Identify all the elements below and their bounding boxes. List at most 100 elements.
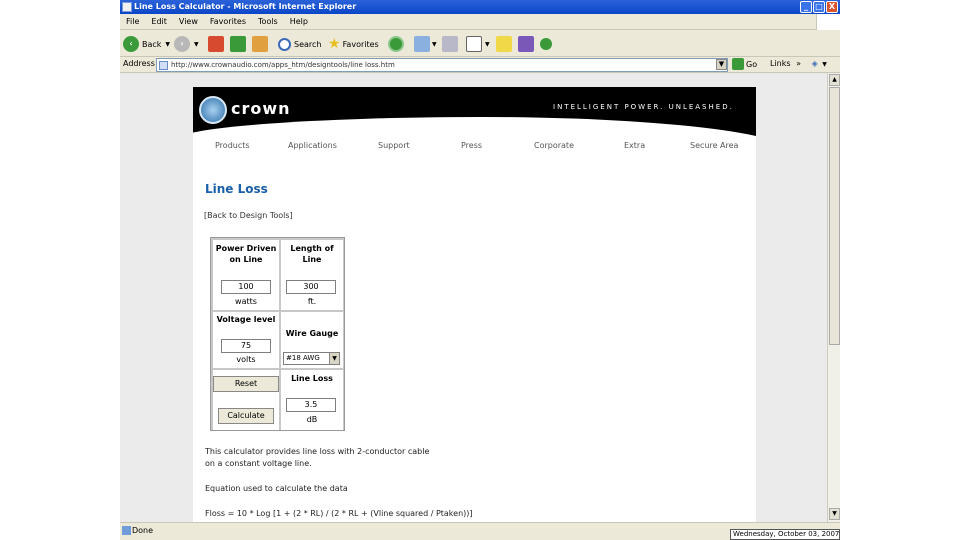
search-label: Search [294, 39, 322, 49]
menu-view[interactable]: View [179, 14, 198, 30]
nav-extra[interactable]: Extra [624, 141, 645, 150]
menu-file[interactable]: File [126, 14, 139, 30]
nav-press[interactable]: Press [461, 141, 482, 150]
length-cell: Length of Line 300 ft. [281, 240, 343, 310]
close-button[interactable]: X [826, 1, 838, 13]
research-icon [518, 36, 534, 52]
chevron-right-icon: » [796, 59, 802, 68]
go-arrow-icon [732, 58, 744, 70]
word-icon [466, 36, 482, 52]
address-bar: Address http://www.crownaudio.com/apps_h… [120, 57, 840, 73]
description-line-1: This calculator provides line loss with … [205, 447, 430, 456]
wire-gauge-select[interactable]: #18 AWG ▼ [283, 352, 340, 365]
address-input[interactable]: http://www.crownaudio.com/apps_htm/desig… [156, 58, 728, 72]
nav-support[interactable]: Support [378, 141, 410, 150]
menu-edit[interactable]: Edit [151, 14, 167, 30]
back-button[interactable]: ‹ Back ▼ [123, 35, 170, 53]
window-controls: _ □ X [800, 1, 838, 13]
date-tooltip: Wednesday, October 03, 2007 [730, 529, 840, 540]
home-icon [252, 36, 268, 52]
back-label: Back [142, 39, 162, 49]
snagit-icon[interactable]: ◈ [812, 59, 818, 68]
power-label-2: on Line [229, 255, 263, 264]
forward-button[interactable]: › ▼ [174, 35, 199, 53]
page-title: Line Loss [205, 182, 268, 196]
search-icon [278, 37, 291, 51]
reset-button[interactable]: Reset [213, 376, 279, 392]
scroll-up-icon[interactable]: ▲ [829, 74, 840, 86]
crown-site: crown INTELLIGENT POWER. UNLEASHED. Prod… [193, 87, 756, 522]
length-unit: ft. [307, 297, 317, 306]
favorites-button[interactable]: ★ Favorites [328, 35, 379, 53]
loss-label: Line Loss [291, 374, 333, 383]
scroll-thumb[interactable] [829, 87, 840, 345]
menu-tools[interactable]: Tools [258, 14, 278, 30]
stop-icon [208, 36, 224, 52]
forward-arrow-icon: › [174, 36, 190, 52]
power-cell: Power Driven on Line 100 watts [213, 240, 279, 310]
nav-corporate[interactable]: Corporate [534, 141, 574, 150]
nav-applications[interactable]: Applications [288, 141, 337, 150]
home-button[interactable] [252, 35, 268, 53]
minimize-button[interactable]: _ [800, 1, 812, 13]
history-button[interactable] [388, 35, 404, 53]
gauge-label: Wire Gauge [285, 329, 339, 338]
mail-button[interactable]: ▼ [414, 35, 437, 53]
menu-favorites[interactable]: Favorites [210, 14, 246, 30]
calculate-button[interactable]: Calculate [218, 408, 274, 424]
loss-cell: Line Loss 3.5 dB [281, 370, 343, 430]
address-label: Address [123, 59, 155, 68]
go-button[interactable]: Go [732, 58, 757, 70]
messenger-button[interactable] [540, 35, 552, 53]
description-line-2: on a constant voltage line. [205, 459, 312, 468]
discuss-button[interactable] [496, 35, 512, 53]
loss-unit: dB [306, 415, 318, 424]
equation-text: Floss = 10 * Log [1 + (2 * RL) / (2 * RL… [205, 509, 473, 518]
refresh-icon [230, 36, 246, 52]
nav-secure-area[interactable]: Secure Area [690, 141, 738, 150]
back-to-design-tools-link[interactable]: [Back to Design Tools] [204, 211, 293, 220]
length-input[interactable]: 300 [286, 280, 336, 294]
power-unit: watts [235, 297, 257, 306]
refresh-button[interactable] [230, 35, 246, 53]
wire-gauge-value: #18 AWG [286, 354, 320, 362]
note-icon [496, 36, 512, 52]
research-button[interactable] [518, 35, 534, 53]
power-input[interactable]: 100 [221, 280, 271, 294]
mail-icon [414, 36, 430, 52]
back-arrow-icon: ‹ [123, 36, 139, 52]
length-label-2: Line [302, 255, 322, 264]
nav-products[interactable]: Products [215, 141, 250, 150]
status-text: Done [132, 526, 154, 535]
maximize-button[interactable]: □ [813, 1, 825, 13]
edit-button[interactable]: ▼ [466, 35, 490, 53]
vertical-scrollbar[interactable]: ▲ ▼ [827, 73, 840, 522]
calculator-table: Power Driven on Line 100 watts Length of… [210, 237, 345, 431]
menu-help[interactable]: Help [290, 14, 308, 30]
windows-logo-icon [816, 14, 840, 30]
history-icon [388, 36, 404, 52]
length-label-1: Length of [290, 244, 334, 253]
voltage-input[interactable]: 75 [221, 339, 271, 353]
power-label-1: Power Driven [215, 244, 277, 253]
links-toolbar[interactable]: Links » ◈ ▼ [770, 59, 827, 68]
search-button[interactable]: Search [278, 35, 321, 53]
scroll-down-icon[interactable]: ▼ [829, 508, 840, 520]
print-button[interactable] [442, 35, 458, 53]
links-label: Links [770, 59, 791, 68]
site-nav: Products Applications Support Press Corp… [193, 141, 756, 153]
page-icon [159, 61, 168, 70]
star-icon: ★ [328, 36, 341, 52]
stop-button[interactable] [208, 35, 224, 53]
banner-curve [193, 117, 756, 137]
address-dropdown[interactable]: ▼ [716, 59, 727, 70]
print-icon [442, 36, 458, 52]
voltage-label: Voltage level [216, 315, 276, 324]
messenger-icon [540, 38, 552, 50]
crown-logo-icon[interactable] [199, 96, 227, 124]
favorites-label: Favorites [342, 39, 379, 49]
page-viewport: crown INTELLIGENT POWER. UNLEASHED. Prod… [120, 73, 827, 522]
crown-logo-text[interactable]: crown [231, 99, 291, 118]
title-bar: Line Loss Calculator - Microsoft Interne… [120, 0, 840, 14]
tagline: INTELLIGENT POWER. UNLEASHED. [553, 103, 734, 111]
